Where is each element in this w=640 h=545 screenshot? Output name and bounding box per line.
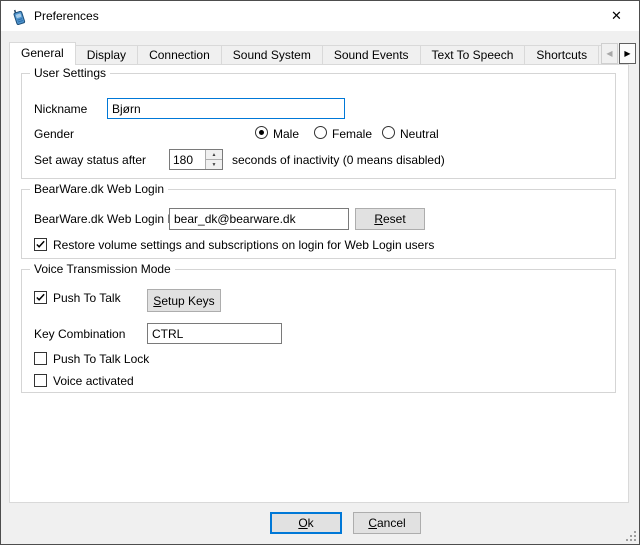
tab-display[interactable]: Display	[75, 45, 138, 64]
group-voice-transmission-title: Voice Transmission Mode	[30, 262, 175, 276]
group-user-settings: User Settings Nickname Gender Male Femal…	[21, 73, 616, 179]
teamtalk-app-icon	[11, 8, 28, 25]
titlebar[interactable]: Preferences ✕	[1, 1, 639, 31]
general-tab-page: User Settings Nickname Gender Male Femal…	[9, 64, 629, 503]
tab-strip: General Display Connection Sound System …	[9, 42, 601, 65]
cancel-button[interactable]: Cancel	[353, 512, 421, 534]
gender-label: Gender	[34, 127, 74, 141]
nickname-label: Nickname	[34, 102, 87, 116]
tab-connection[interactable]: Connection	[137, 45, 222, 64]
gender-male-radio[interactable]	[255, 126, 268, 139]
gender-female-label[interactable]: Female	[332, 127, 372, 141]
nickname-input[interactable]	[107, 98, 345, 119]
setup-keys-button[interactable]: Setup Keys	[147, 289, 221, 312]
restore-volume-label[interactable]: Restore volume settings and subscription…	[53, 238, 434, 252]
group-web-login-title: BearWare.dk Web Login	[30, 182, 168, 196]
away-status-suffix-label: seconds of inactivity (0 means disabled)	[232, 153, 445, 167]
tab-shortcuts[interactable]: Shortcuts	[524, 45, 599, 64]
key-combination-input[interactable]	[147, 323, 282, 344]
push-to-talk-lock-checkbox[interactable]	[34, 352, 47, 365]
group-user-settings-title: User Settings	[30, 66, 110, 80]
spinner-up-icon[interactable]: ▲	[206, 150, 222, 160]
restore-volume-checkbox[interactable]	[34, 238, 47, 251]
gender-neutral-radio[interactable]	[382, 126, 395, 139]
ok-button[interactable]: Ok	[270, 512, 342, 534]
group-web-login: BearWare.dk Web Login BearWare.dk Web Lo…	[21, 189, 616, 259]
spinner-down-icon[interactable]: ▼	[206, 160, 222, 169]
web-login-id-input[interactable]	[169, 208, 349, 230]
tab-sound-system[interactable]: Sound System	[221, 45, 323, 64]
close-icon[interactable]: ✕	[594, 1, 639, 31]
tab-text-to-speech[interactable]: Text To Speech	[420, 45, 526, 64]
window-title: Preferences	[34, 1, 99, 31]
resize-grip[interactable]	[625, 530, 636, 541]
web-login-id-label: BearWare.dk Web Login ID	[34, 212, 179, 226]
tab-general[interactable]: General	[9, 42, 76, 65]
push-to-talk-checkbox[interactable]	[34, 291, 47, 304]
checkmark-icon	[35, 239, 46, 250]
gender-female-radio[interactable]	[314, 126, 327, 139]
group-voice-transmission: Voice Transmission Mode Push To Talk Set…	[21, 269, 616, 393]
tab-scroll-left-icon[interactable]: ◀	[601, 43, 618, 64]
gender-male-label[interactable]: Male	[273, 127, 299, 141]
away-seconds-spinner[interactable]: ▲ ▼	[169, 149, 223, 170]
checkmark-icon	[35, 292, 46, 303]
voice-activated-label[interactable]: Voice activated	[53, 374, 134, 388]
preferences-dialog: Preferences ✕ General Display Connection…	[0, 0, 640, 545]
key-combination-label: Key Combination	[34, 327, 125, 341]
voice-activated-checkbox[interactable]	[34, 374, 47, 387]
push-to-talk-lock-label[interactable]: Push To Talk Lock	[53, 352, 149, 366]
away-status-prefix-label: Set away status after	[34, 153, 146, 167]
tab-sound-events[interactable]: Sound Events	[322, 45, 421, 64]
away-seconds-input[interactable]	[170, 150, 205, 169]
reset-button[interactable]: Reset	[355, 208, 425, 230]
push-to-talk-label[interactable]: Push To Talk	[53, 291, 121, 305]
tab-scroll-right-icon[interactable]: ▶	[619, 43, 636, 64]
gender-neutral-label[interactable]: Neutral	[400, 127, 439, 141]
